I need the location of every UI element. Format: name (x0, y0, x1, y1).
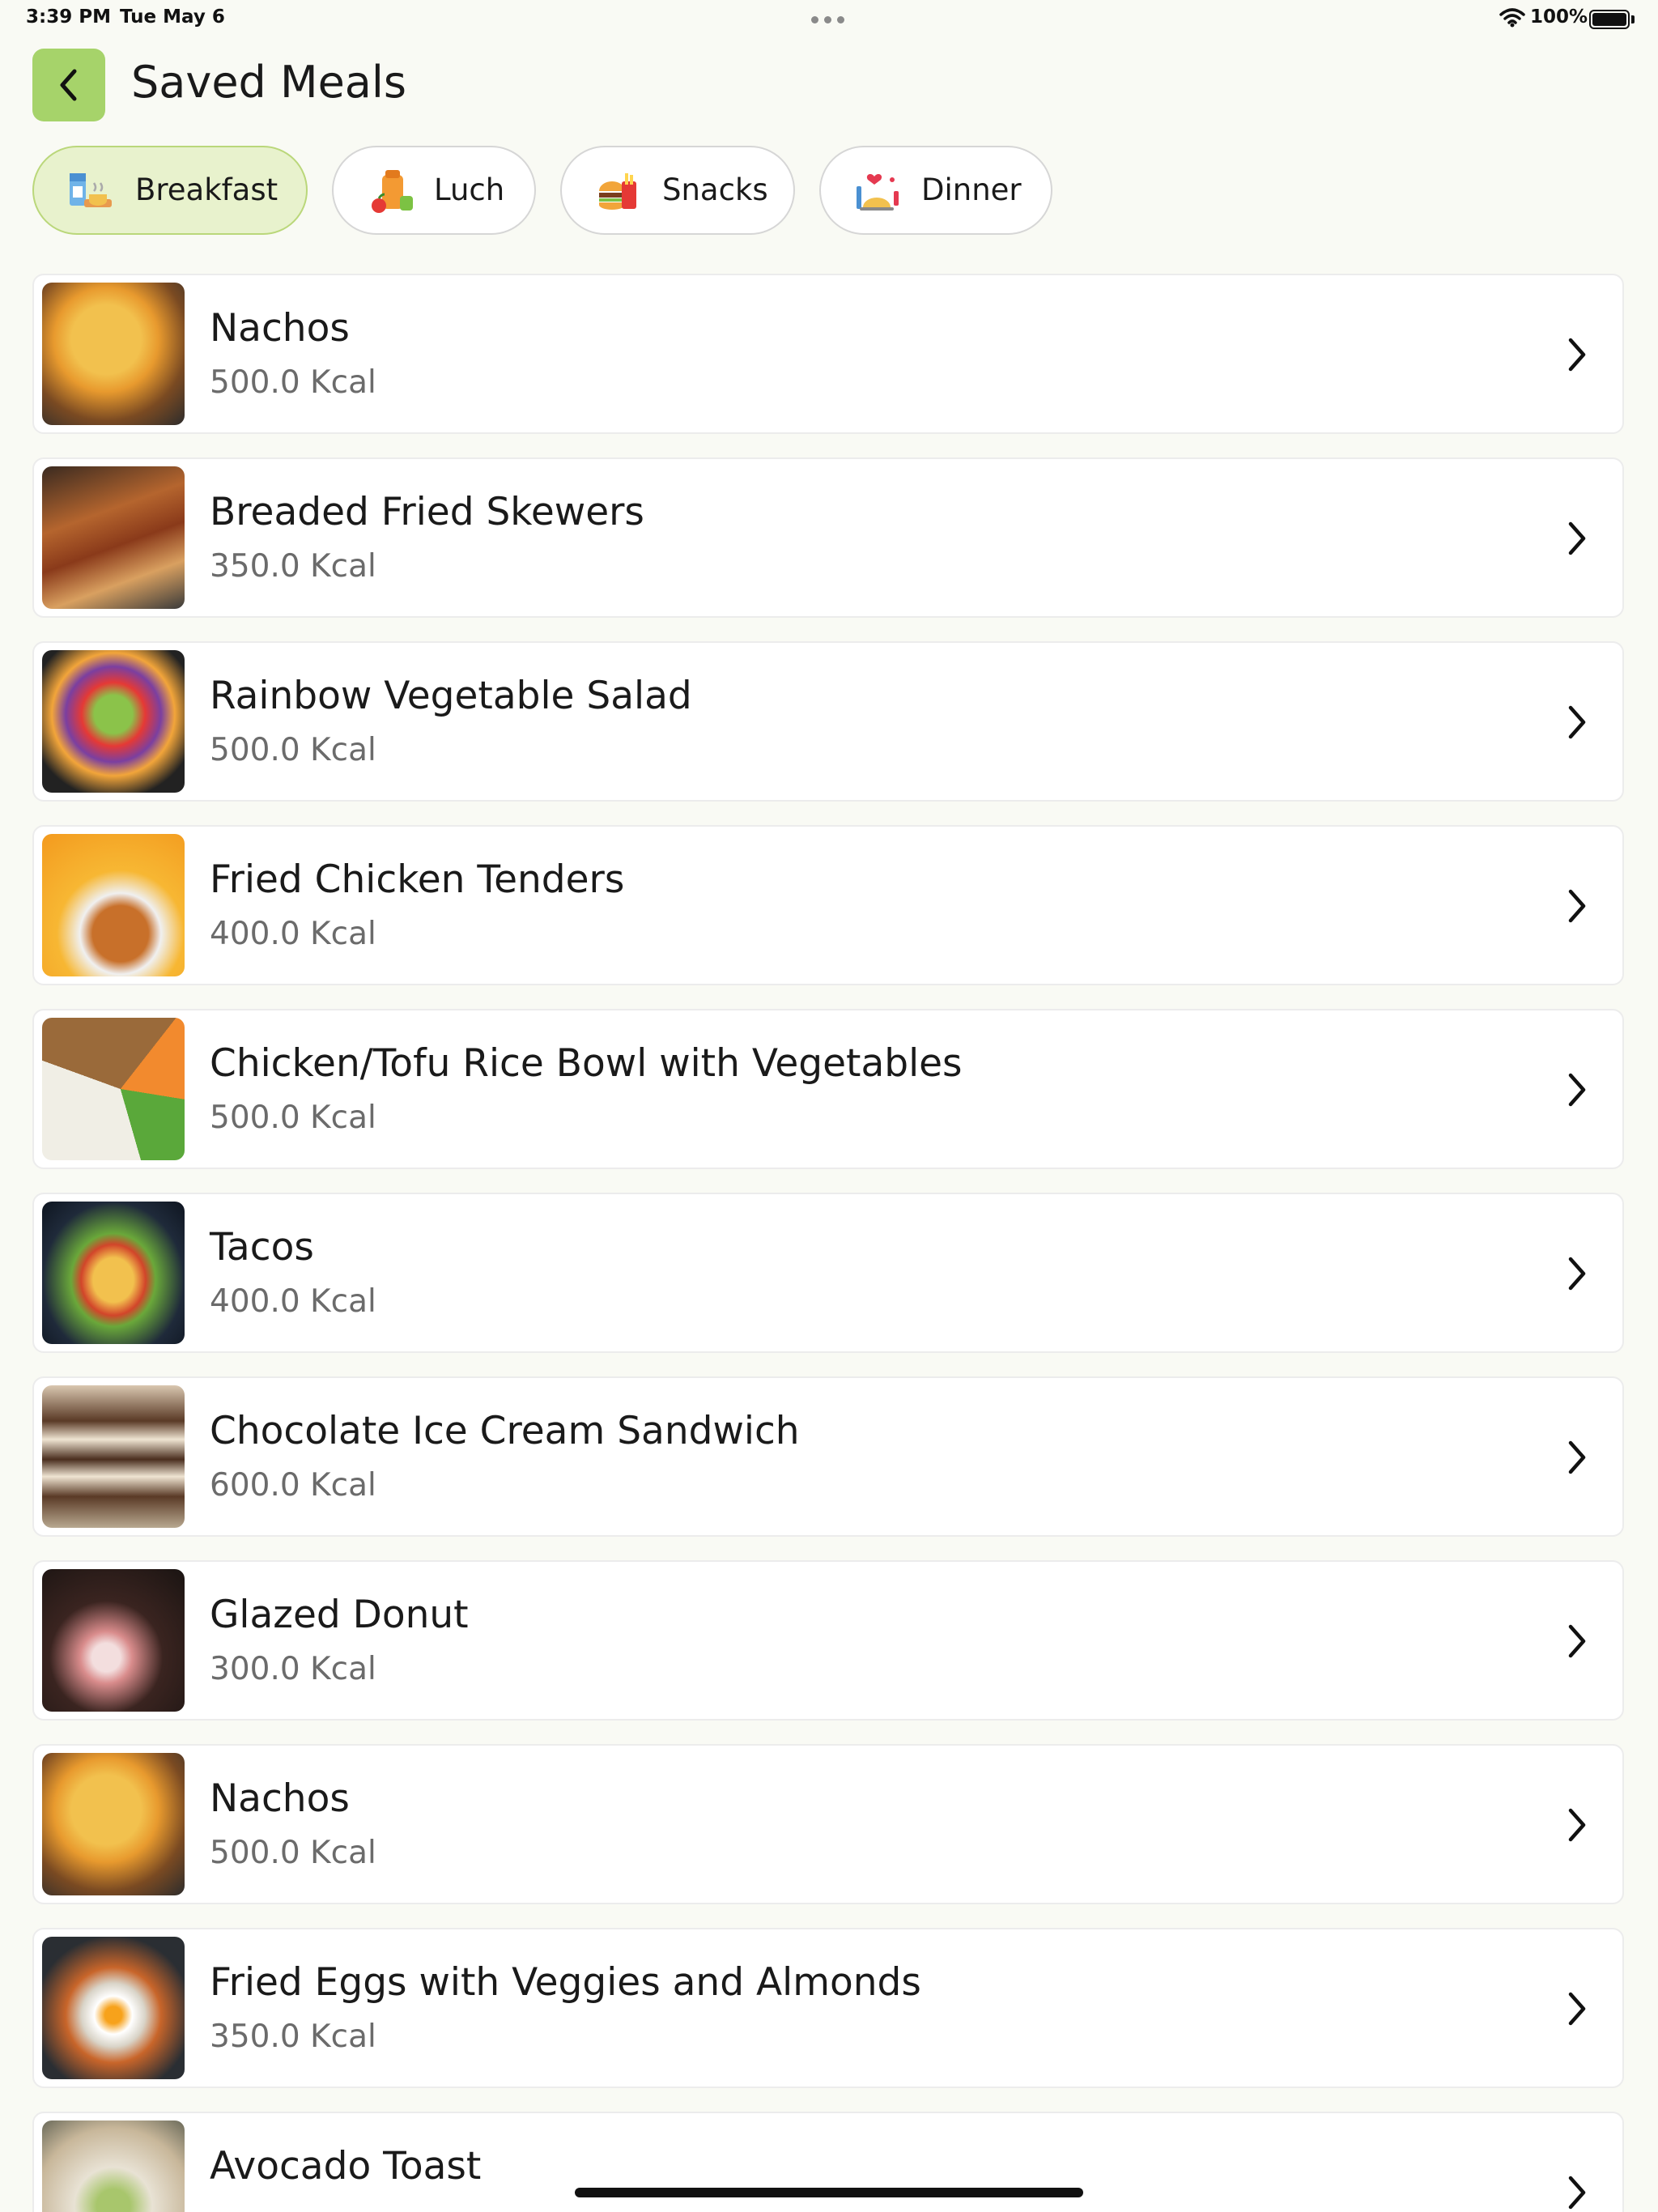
meal-card[interactable]: Breaded Fried Skewers 350.0 Kcal (32, 457, 1624, 618)
meal-photo-fried-eggs (42, 1937, 185, 2079)
meal-photo-tacos (42, 1202, 185, 1344)
chevron-left-icon (60, 69, 77, 101)
meal-photo-rice-bowl (42, 1018, 185, 1160)
meal-kcal: 400.0 Kcal (210, 916, 376, 952)
wifi-icon (1499, 8, 1525, 28)
meal-card[interactable]: Rainbow Vegetable Salad 500.0 Kcal (32, 641, 1624, 802)
meal-name: Chocolate Ice Cream Sandwich (210, 1409, 800, 1453)
meal-kcal: 500.0 Kcal (210, 1835, 376, 1871)
chevron-right-icon (1568, 705, 1586, 739)
tab-label: Dinner (921, 172, 1022, 207)
meal-card[interactable]: Nachos 500.0 Kcal (32, 274, 1624, 434)
meal-kcal: 500.0 Kcal (210, 732, 376, 768)
meal-kcal: 500.0 Kcal (210, 364, 376, 401)
chevron-right-icon (1568, 2176, 1586, 2210)
meal-card[interactable]: Tacos 400.0 Kcal (32, 1193, 1624, 1353)
meal-photo-vegetable-salad (42, 650, 185, 793)
meal-name: Rainbow Vegetable Salad (210, 674, 692, 718)
tab-lunch[interactable]: Luch (332, 146, 536, 235)
meal-kcal: 400.0 Kcal (210, 1283, 376, 1320)
tab-breakfast[interactable]: Breakfast (32, 146, 308, 235)
status-bar: 3:39 PM Tue May 6 100% (0, 0, 1658, 39)
meal-photo-nachos (42, 283, 185, 425)
meal-name: Avocado Toast (210, 2144, 482, 2189)
meal-card[interactable]: Chocolate Ice Cream Sandwich 600.0 Kcal (32, 1376, 1624, 1537)
meal-card[interactable]: Chicken/Tofu Rice Bowl with Vegetables 5… (32, 1009, 1624, 1169)
meal-name: Fried Chicken Tenders (210, 857, 625, 902)
chevron-right-icon (1568, 1440, 1586, 1474)
meal-card[interactable]: Glazed Donut 300.0 Kcal (32, 1560, 1624, 1721)
chevron-right-icon (1568, 521, 1586, 555)
back-button[interactable] (32, 49, 105, 121)
meal-name: Tacos (210, 1225, 314, 1270)
meal-name: Nachos (210, 306, 350, 351)
snacks-icon (599, 173, 636, 210)
chevron-right-icon (1568, 889, 1586, 923)
meal-photo-glazed-donut (42, 1569, 185, 1712)
tab-label: Breakfast (135, 172, 278, 207)
status-time: 3:39 PM (26, 6, 111, 28)
meal-card[interactable]: Fried Chicken Tenders 400.0 Kcal (32, 825, 1624, 985)
meal-kcal: 350.0 Kcal (210, 2018, 376, 2055)
meal-name: Fried Eggs with Veggies and Almonds (210, 1960, 921, 2005)
battery-icon (1589, 10, 1630, 29)
lunch-icon (372, 170, 413, 213)
chevron-right-icon (1568, 338, 1586, 372)
meal-name: Nachos (210, 1776, 350, 1821)
dinner-icon (857, 174, 899, 211)
tab-label: Luch (434, 172, 505, 207)
multitasking-dots-icon[interactable] (811, 16, 844, 23)
chevron-right-icon (1568, 1257, 1586, 1291)
tab-snacks[interactable]: Snacks (560, 146, 795, 235)
meal-name: Chicken/Tofu Rice Bowl with Vegetables (210, 1041, 963, 1086)
meal-name: Breaded Fried Skewers (210, 490, 644, 534)
page-title: Saved Meals (131, 57, 407, 108)
meal-kcal: 500.0 Kcal (210, 1100, 376, 1136)
battery-cap (1631, 15, 1635, 23)
breakfast-icon (70, 173, 112, 207)
chevron-right-icon (1568, 1808, 1586, 1842)
battery-percent: 100% (1530, 6, 1588, 28)
chevron-right-icon (1568, 1073, 1586, 1107)
status-date: Tue May 6 (120, 6, 225, 28)
meal-kcal: 300.0 Kcal (210, 1651, 376, 1687)
tab-label: Snacks (662, 172, 768, 207)
meal-photo-chicken-tenders (42, 834, 185, 976)
chevron-right-icon (1568, 1624, 1586, 1658)
meal-name: Glazed Donut (210, 1593, 469, 1637)
meal-photo-nachos (42, 1753, 185, 1895)
meal-photo-fried-skewers (42, 466, 185, 609)
meal-card[interactable]: Nachos 500.0 Kcal (32, 1744, 1624, 1904)
meal-kcal: 600.0 Kcal (210, 1467, 376, 1504)
meal-card[interactable]: Fried Eggs with Veggies and Almonds 350.… (32, 1928, 1624, 2088)
meal-photo-avocado-toast (42, 2121, 185, 2212)
home-indicator[interactable] (575, 2188, 1083, 2197)
saved-meals-screen: 3:39 PM Tue May 6 100% Saved Meals Break… (0, 0, 1658, 2212)
meal-photo-ice-cream-sandwich (42, 1385, 185, 1528)
tab-dinner[interactable]: Dinner (819, 146, 1052, 235)
chevron-right-icon (1568, 1992, 1586, 2026)
meal-kcal: 350.0 Kcal (210, 548, 376, 585)
